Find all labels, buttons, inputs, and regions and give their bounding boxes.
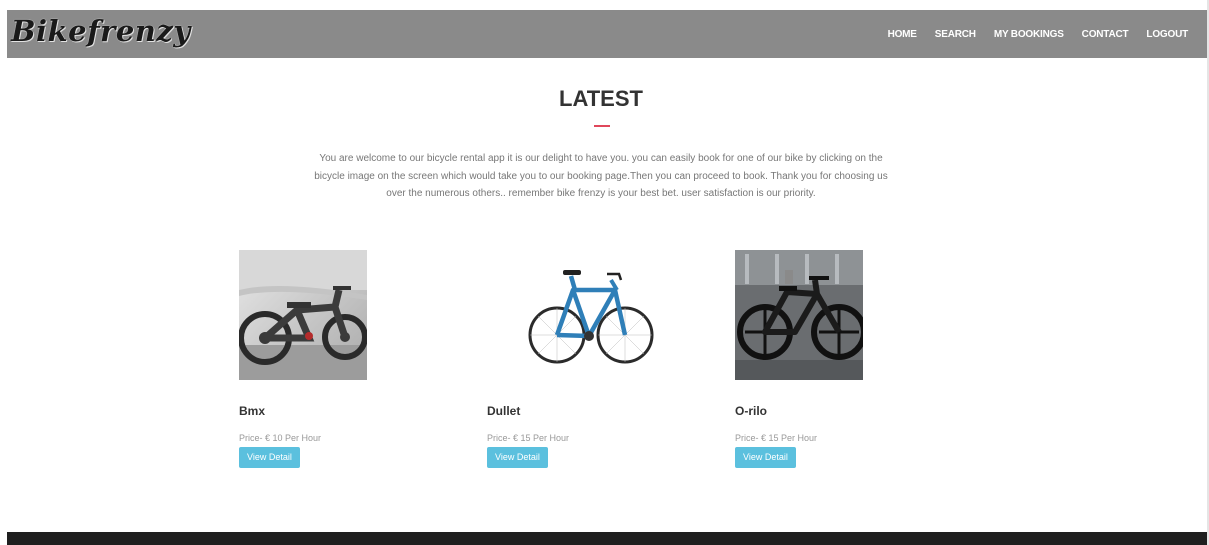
nav-contact-link[interactable]: CONTACT: [1073, 29, 1138, 40]
nav-search-link[interactable]: SEARCH: [926, 29, 985, 40]
title-underline: [594, 125, 610, 127]
product-card-o-rilo: O-rilo Price- € 15 Per Hour View Detail: [735, 250, 935, 468]
product-name: Bmx: [239, 404, 266, 418]
brand-logo[interactable]: Bikefrenzy: [11, 14, 191, 48]
product-name: O-rilo: [735, 404, 767, 418]
nav-my-bookings-link[interactable]: MY BOOKINGS: [985, 29, 1073, 40]
product-price: Price- € 15 Per Hour: [735, 433, 818, 443]
nav-logout-link[interactable]: LOGOUT: [1137, 29, 1197, 40]
product-price: Price- € 10 Per Hour: [239, 433, 322, 443]
view-detail-button[interactable]: View Detail: [487, 447, 548, 468]
intro-text: You are welcome to our bicycle rental ap…: [314, 153, 888, 199]
product-card-bmx: Bmx Price- € 10 Per Hour View Detail: [239, 250, 439, 468]
product-price: Price- € 15 Per Hour: [487, 433, 570, 443]
page: Bikefrenzy HOME SEARCH MY BOOKINGS CONTA…: [0, 0, 1209, 545]
product-card-dullet: Dullet Price- € 15 Per Hour View Detail: [487, 250, 687, 468]
product-name: Dullet: [487, 404, 521, 418]
view-detail-button[interactable]: View Detail: [239, 447, 300, 468]
navbar: Bikefrenzy HOME SEARCH MY BOOKINGS CONTA…: [7, 10, 1207, 58]
bmx-bike-image[interactable]: [239, 250, 367, 380]
dullet-bike-image[interactable]: [487, 250, 695, 380]
section-title: LATEST: [559, 86, 643, 111]
view-detail-button[interactable]: View Detail: [735, 447, 796, 468]
nav-links: HOME SEARCH MY BOOKINGS CONTACT LOGOUT: [879, 10, 1197, 58]
footer: [7, 532, 1207, 545]
nav-home-link[interactable]: HOME: [879, 29, 926, 40]
left-gutter: [0, 0, 7, 545]
o-rilo-bike-image[interactable]: [735, 250, 863, 380]
